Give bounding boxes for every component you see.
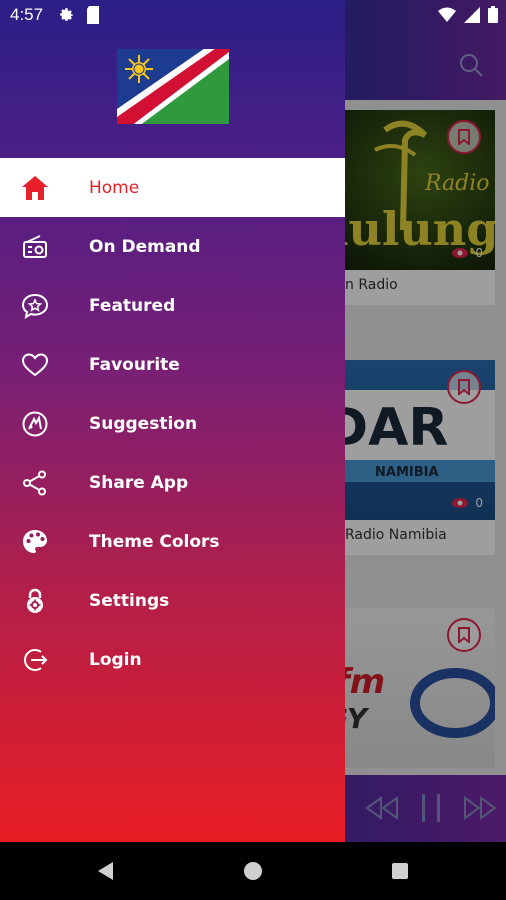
- settings-lock-icon: [21, 587, 49, 615]
- menu-label: Share App: [89, 472, 189, 493]
- recents-button[interactable]: [392, 863, 408, 879]
- menu-label: Settings: [89, 590, 170, 611]
- menu-label: Login: [89, 649, 142, 670]
- heart-icon: [21, 351, 49, 379]
- menu-item-home[interactable]: Home: [0, 158, 345, 217]
- menu-label: Featured: [89, 295, 176, 316]
- menu-item-login[interactable]: Login: [0, 630, 345, 689]
- menu-item-share-app[interactable]: Share App: [0, 453, 345, 512]
- menu-item-suggestion[interactable]: Suggestion: [0, 394, 345, 453]
- menu-item-theme-colors[interactable]: Theme Colors: [0, 512, 345, 571]
- namibia-flag-logo: [117, 49, 229, 124]
- menu-label: Suggestion: [89, 413, 198, 434]
- menu-label: Home: [89, 177, 140, 198]
- back-icon[interactable]: [96, 861, 114, 881]
- menu-item-settings[interactable]: Settings: [0, 571, 345, 630]
- star-chat-icon: [21, 292, 49, 320]
- menu-label: Favourite: [89, 354, 180, 375]
- gear-icon: [60, 8, 73, 21]
- status-bar: 4:57: [0, 0, 506, 30]
- wifi-icon: [438, 7, 456, 22]
- status-icons: [438, 6, 498, 23]
- menu-item-on-demand[interactable]: On Demand: [0, 217, 345, 276]
- login-icon: [21, 646, 49, 674]
- status-time: 4:57: [10, 5, 44, 24]
- radio-icon: [21, 233, 49, 261]
- navigation-drawer: Home On Demand Featured Favourite Sugges…: [0, 0, 345, 842]
- menu-label: Theme Colors: [89, 531, 220, 552]
- sd-card-icon: [87, 6, 99, 24]
- home-nav-button[interactable]: [244, 862, 262, 880]
- palette-icon: [21, 528, 49, 556]
- battery-icon: [488, 6, 498, 23]
- menu-label: On Demand: [89, 236, 201, 257]
- menu-item-favourite[interactable]: Favourite: [0, 335, 345, 394]
- signal-icon: [464, 6, 480, 23]
- suggestion-icon: [21, 410, 49, 438]
- home-icon: [21, 174, 49, 202]
- menu-item-featured[interactable]: Featured: [0, 276, 345, 335]
- system-nav-bar: [0, 842, 506, 900]
- share-icon: [21, 469, 49, 497]
- drawer-menu: Home On Demand Featured Favourite Sugges…: [0, 158, 345, 689]
